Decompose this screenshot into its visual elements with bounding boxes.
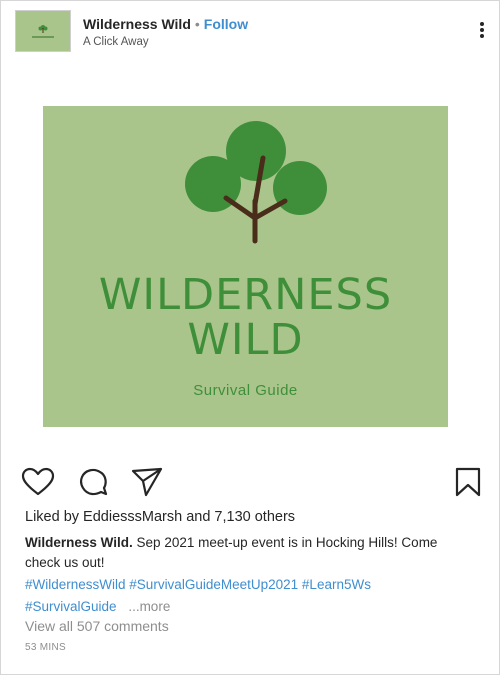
post-image[interactable]: WILDERNESS WILD Survival Guide (43, 106, 448, 427)
account-name[interactable]: Wilderness Wild (83, 16, 191, 32)
follow-button[interactable]: Follow (204, 16, 248, 32)
location-label[interactable]: A Click Away (83, 36, 149, 48)
likes-prefix: Liked by (25, 509, 80, 525)
avatar-logo-text (32, 35, 54, 38)
image-title-line2: WILD (187, 315, 304, 365)
image-title-line1: WILDERNESS (98, 270, 393, 320)
hashtag[interactable]: #WildernessWild (25, 577, 126, 592)
more-link[interactable]: ...more (128, 599, 170, 614)
avatar[interactable] (15, 10, 71, 52)
more-options-icon[interactable] (479, 22, 485, 42)
hashtag[interactable]: #SurvivalGuideMeetUp2021 (129, 577, 298, 592)
view-comments-link[interactable]: View all 507 comments (25, 618, 169, 634)
hashtags: #WildernessWild #SurvivalGuideMeetUp2021… (25, 574, 485, 618)
tree-logo-icon (38, 24, 48, 33)
heart-icon[interactable] (21, 467, 55, 497)
name-row: Wilderness Wild • Follow (83, 16, 248, 32)
tree-logo-icon (185, 121, 327, 244)
liked-by-user[interactable]: EddiesssMarsh (83, 509, 182, 525)
post-card: Wilderness Wild • Follow A Click Away WILD… (0, 0, 500, 675)
bookmark-icon[interactable] (453, 467, 483, 497)
image-subtitle: Survival Guide (193, 382, 298, 399)
action-bar (21, 467, 485, 497)
send-icon[interactable] (131, 467, 163, 497)
post-header: Wilderness Wild • Follow A Click Away (15, 10, 487, 54)
comment-icon[interactable] (79, 467, 109, 497)
caption: Wilderness Wild. Sep 2021 meet-up event … (25, 533, 475, 573)
post-timestamp: 53 MINS (25, 642, 67, 653)
separator-dot: • (194, 16, 200, 32)
likes-summary[interactable]: Liked by EddiesssMarsh and 7,130 others (25, 509, 295, 525)
hashtag[interactable]: #SurvivalGuide (25, 599, 117, 614)
hashtag[interactable]: #Learn5Ws (302, 577, 371, 592)
likes-suffix[interactable]: and 7,130 others (186, 509, 295, 525)
caption-account-name[interactable]: Wilderness Wild. (25, 535, 133, 550)
